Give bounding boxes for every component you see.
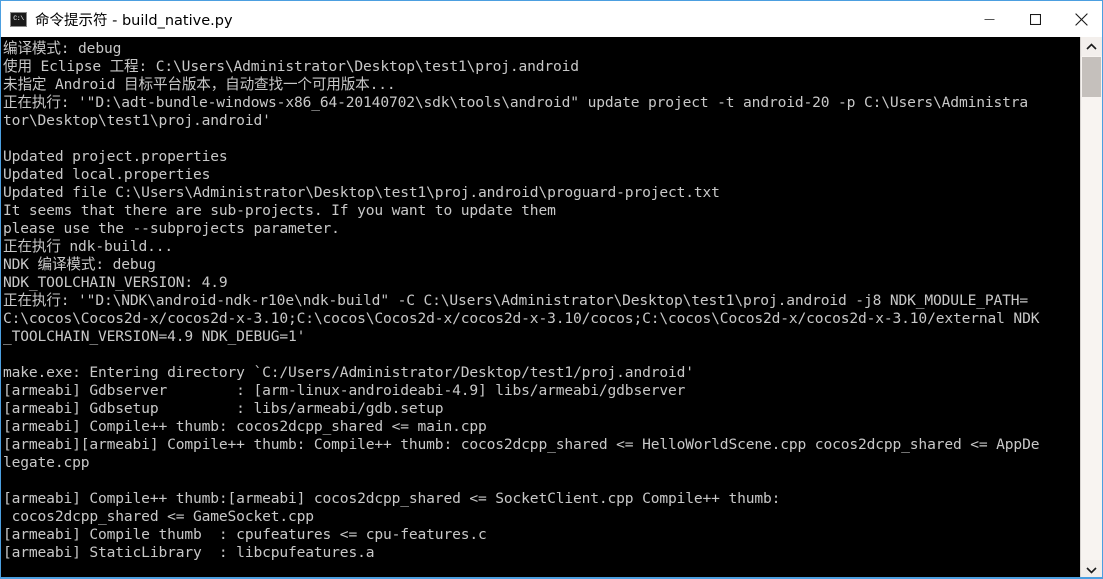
title-bar[interactable]: C:\ 命令提示符 - build_native.py: [1, 1, 1102, 37]
console-text: 编译模式: debug 使用 Eclipse 工程: C:\Users\Admi…: [3, 40, 1040, 561]
cmd-icon-glyph: C:\: [13, 14, 24, 23]
minimize-button[interactable]: [966, 1, 1012, 37]
maximize-button[interactable]: [1012, 1, 1058, 37]
minimize-icon: [984, 18, 994, 20]
scrollbar-track[interactable]: [1081, 56, 1102, 560]
chevron-up-icon: [1086, 42, 1097, 50]
close-icon: [1074, 12, 1088, 26]
maximize-icon: [1029, 13, 1041, 25]
vertical-scrollbar[interactable]: [1080, 37, 1102, 578]
close-button[interactable]: [1058, 1, 1102, 37]
scroll-up-arrow[interactable]: [1081, 37, 1102, 56]
console-output-area[interactable]: 编译模式: debug 使用 Eclipse 工程: C:\Users\Admi…: [1, 37, 1081, 578]
window-controls: [966, 1, 1102, 37]
cmd-icon: C:\: [10, 11, 27, 27]
chevron-down-icon: [1086, 566, 1097, 574]
cmd-window: C:\ 命令提示符 - build_native.py 编译模式: debug …: [0, 0, 1103, 579]
window-bottom-border: [1, 577, 1102, 578]
window-title: 命令提示符 - build_native.py: [35, 12, 233, 29]
scrollbar-thumb[interactable]: [1082, 57, 1101, 97]
